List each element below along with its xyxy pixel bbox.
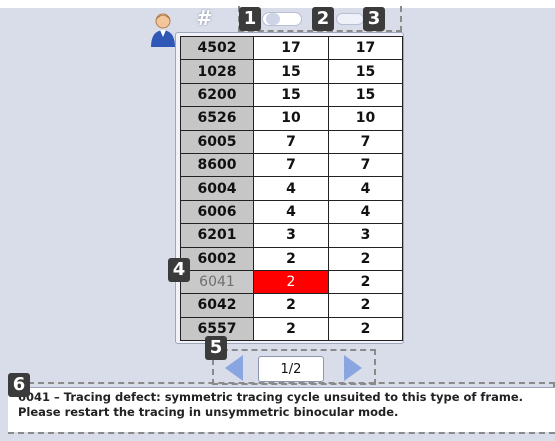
count-column-2-cell: 7 xyxy=(328,152,403,178)
defect-code-cell[interactable]: 6200 xyxy=(180,82,254,108)
defect-code-cell[interactable]: 6042 xyxy=(180,293,254,318)
defect-code-cell[interactable]: 6201 xyxy=(180,223,254,248)
defect-code-cell[interactable]: 6041 xyxy=(180,269,254,295)
count-column-1-cell: 7 xyxy=(253,129,329,154)
callout-badge-4: 4 xyxy=(168,258,190,282)
page-indicator: 1/2 xyxy=(258,356,324,382)
count-column-1-cell: 2 xyxy=(253,316,329,342)
count-column-1-cell: 2 xyxy=(253,246,329,271)
count-column-1-cell: 2 xyxy=(253,293,329,318)
count-column-1-cell: 7 xyxy=(253,152,329,178)
count-column-1-cell: 17 xyxy=(253,35,329,61)
table-row[interactable]: 1028 15 15 xyxy=(180,59,403,84)
count-column-1-cell: 10 xyxy=(253,106,329,131)
count-column-1-cell: 2 xyxy=(253,269,329,295)
table-row[interactable]: 6042 2 2 xyxy=(180,293,403,318)
table-row[interactable]: 6200 15 15 xyxy=(180,82,403,108)
arrow-right-icon[interactable] xyxy=(344,355,362,381)
defect-code-cell[interactable]: 6002 xyxy=(180,246,254,271)
count-column-2-cell: 10 xyxy=(328,106,403,131)
table-row[interactable]: 6005 7 7 xyxy=(180,129,403,154)
column-3-toggle[interactable] xyxy=(336,13,364,25)
count-column-1-cell: 4 xyxy=(253,176,329,201)
callout-badge-3: 3 xyxy=(363,7,385,31)
count-column-2-cell: 4 xyxy=(328,176,403,201)
callout-badge-2: 2 xyxy=(312,7,334,31)
table-row[interactable]: 6201 3 3 xyxy=(180,223,403,248)
count-column-2-cell: 17 xyxy=(328,35,403,61)
defect-code-cell[interactable]: 4502 xyxy=(180,35,254,61)
arrow-left-icon[interactable] xyxy=(225,355,243,381)
table-row[interactable]: 6006 4 4 xyxy=(180,199,403,225)
count-column-2-cell: 2 xyxy=(328,246,403,271)
callout-badge-1: 1 xyxy=(239,7,261,31)
defects-table-body: 4502 17 17 1028 15 15 6200 15 15 6526 10 10 6005 7 7 86… xyxy=(180,35,403,342)
hash-column-header: # xyxy=(196,6,210,30)
count-column-1-cell: 15 xyxy=(253,59,329,84)
count-column-1-cell: 15 xyxy=(253,82,329,108)
count-column-1-cell: 4 xyxy=(253,199,329,225)
callout-badge-6: 6 xyxy=(8,373,30,397)
table-row[interactable]: 6004 4 4 xyxy=(180,176,403,201)
count-column-2-cell: 2 xyxy=(328,293,403,318)
table-row[interactable]: 6041 2 2 xyxy=(180,269,403,295)
count-column-2-cell: 2 xyxy=(328,316,403,342)
toggle-switch-icon xyxy=(266,13,280,25)
count-column-1-cell: 3 xyxy=(253,223,329,248)
defects-table: 4502 17 17 1028 15 15 6200 15 15 6526 10 10 6005 7 7 86… xyxy=(180,35,403,342)
table-row[interactable]: 4502 17 17 xyxy=(180,35,403,61)
count-column-2-cell: 2 xyxy=(328,269,403,295)
user-icon xyxy=(151,13,175,47)
defect-code-cell[interactable]: 8600 xyxy=(180,152,254,178)
count-column-2-cell: 4 xyxy=(328,199,403,225)
defect-code-cell[interactable]: 6526 xyxy=(180,106,254,131)
table-row[interactable]: 6526 10 10 xyxy=(180,106,403,131)
count-column-2-cell: 3 xyxy=(328,223,403,248)
defect-code-cell[interactable]: 6006 xyxy=(180,199,254,225)
table-row[interactable]: 8600 7 7 xyxy=(180,152,403,178)
defect-code-cell[interactable]: 6005 xyxy=(180,129,254,154)
callout-badge-5: 5 xyxy=(205,336,227,360)
defect-message: 6041 – Tracing defect: symmetric tracing… xyxy=(18,390,524,419)
defect-code-cell[interactable]: 1028 xyxy=(180,59,254,84)
count-column-2-cell: 15 xyxy=(328,82,403,108)
count-column-2-cell: 15 xyxy=(328,59,403,84)
defect-code-cell[interactable]: 6004 xyxy=(180,176,254,201)
table-row[interactable]: 6002 2 2 xyxy=(180,246,403,271)
count-column-2-cell: 7 xyxy=(328,129,403,154)
